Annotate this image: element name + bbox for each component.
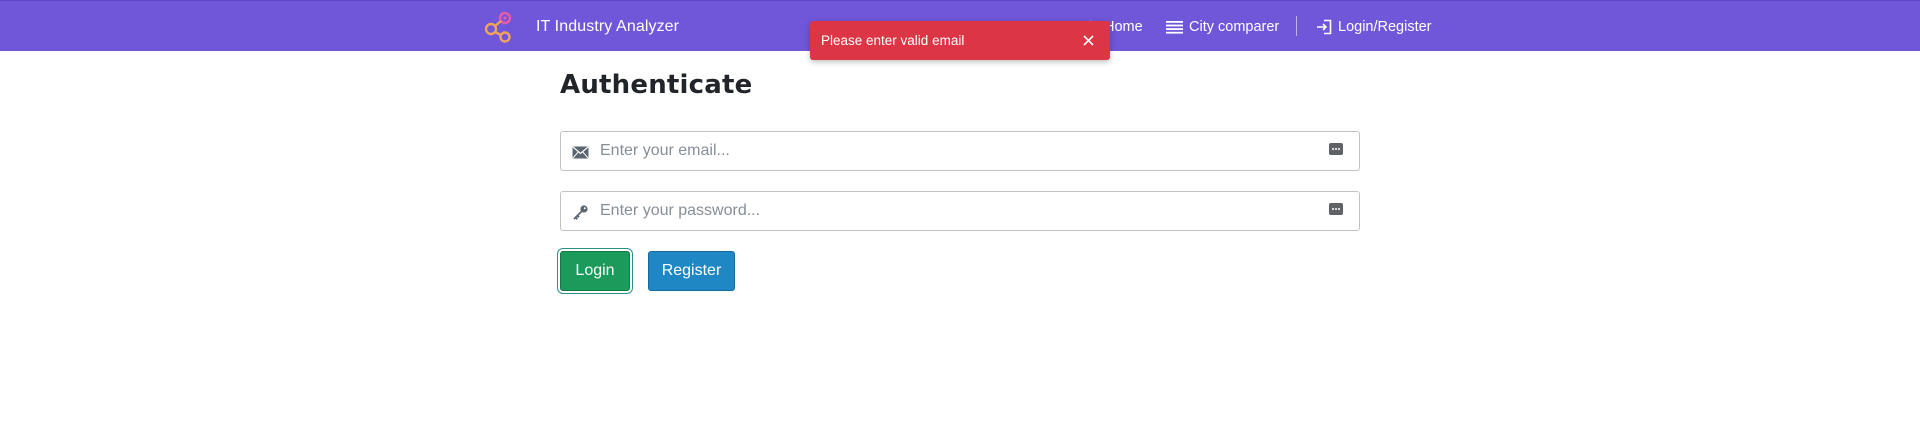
page-title: Authenticate	[560, 70, 753, 100]
nav-city-comparer[interactable]: City comparer	[1166, 1, 1279, 52]
password-field	[560, 191, 1360, 231]
register-button[interactable]: Register	[648, 251, 735, 291]
nav-city-comparer-label: City comparer	[1189, 18, 1280, 35]
brand-link[interactable]: IT Industry Analyzer	[484, 11, 679, 43]
nav-login-register[interactable]: Login/Register	[1316, 1, 1432, 52]
email-input[interactable]	[600, 132, 1320, 170]
password-manager-icon[interactable]	[1329, 143, 1343, 155]
email-field	[560, 131, 1360, 171]
toast-message: Please enter valid email	[821, 33, 965, 48]
error-toast: Please enter valid email	[810, 21, 1110, 60]
nav-login-register-label: Login/Register	[1338, 18, 1432, 35]
app-logo-icon	[484, 11, 516, 43]
login-button[interactable]: Login	[560, 251, 630, 291]
envelope-icon	[571, 143, 589, 161]
brand-title: IT Industry Analyzer	[536, 18, 680, 35]
password-input[interactable]	[600, 192, 1320, 230]
nav-divider	[1296, 16, 1297, 36]
close-icon[interactable]	[1078, 30, 1098, 50]
key-icon	[571, 203, 589, 221]
list-icon	[1166, 20, 1183, 34]
password-manager-icon[interactable]	[1329, 203, 1343, 215]
login-icon	[1316, 19, 1332, 35]
